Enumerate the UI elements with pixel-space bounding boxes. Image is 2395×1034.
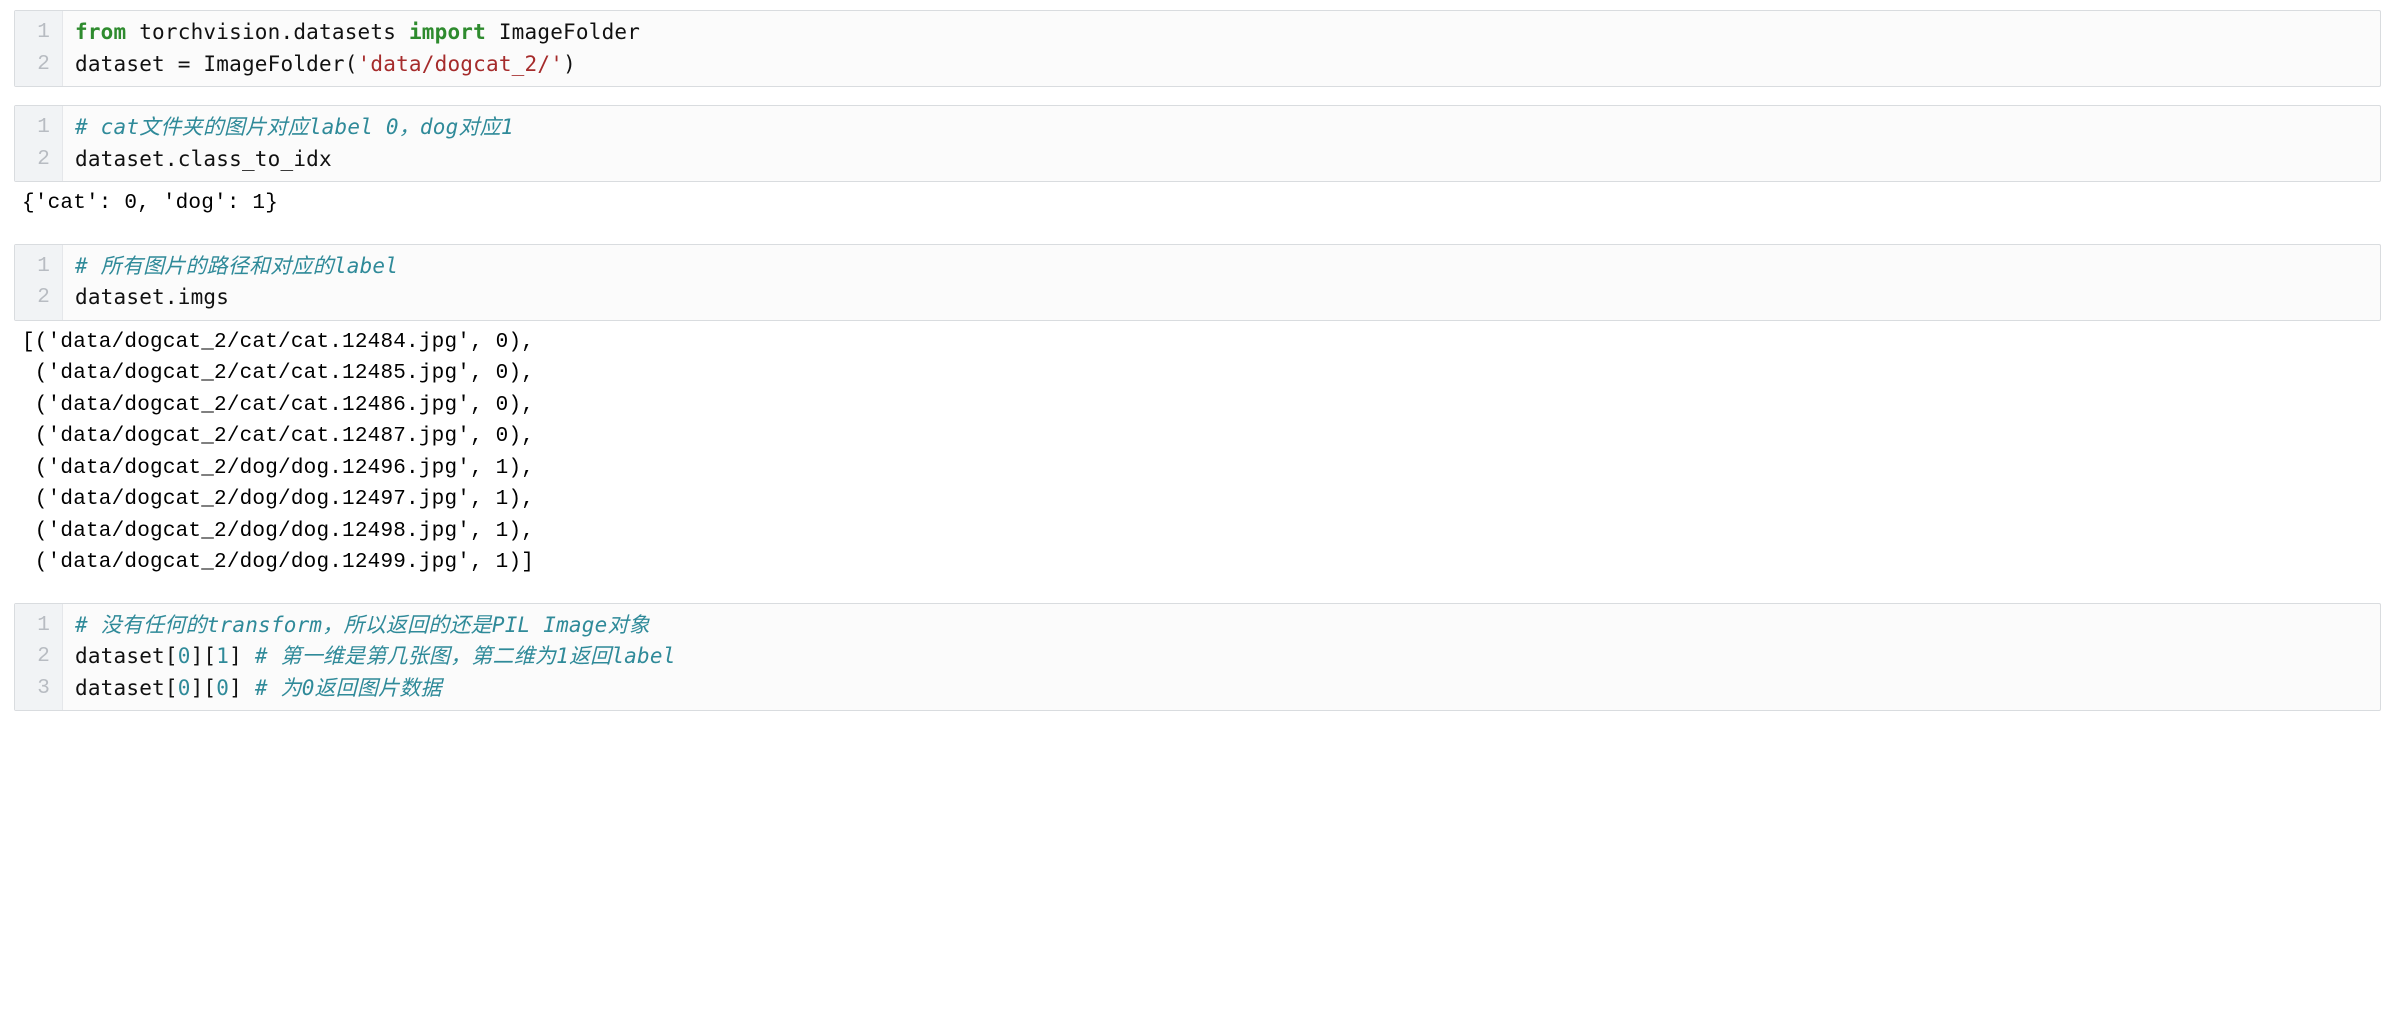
- code-content[interactable]: # 没有任何的transform，所以返回的还是PIL Image对象 data…: [63, 604, 2380, 711]
- line-number: 1: [31, 112, 50, 144]
- token: ]: [229, 644, 255, 668]
- token: dataset[: [75, 676, 178, 700]
- code-lines: # cat文件夹的图片对应label 0，dog对应1 dataset.clas…: [75, 112, 2368, 175]
- line-number: 1: [31, 610, 50, 642]
- token: # 所有图片的路径和对应的label: [75, 254, 398, 278]
- code-line: dataset.class_to_idx: [75, 147, 332, 171]
- code-block: 12 from torchvision.datasets import Image…: [14, 10, 2381, 87]
- token: ][: [191, 644, 217, 668]
- code-line: # 所有图片的路径和对应的label: [75, 254, 398, 278]
- code-line: # cat文件夹的图片对应label 0，dog对应1: [75, 115, 514, 139]
- token: dataset[: [75, 644, 178, 668]
- token: 0: [178, 644, 191, 668]
- token: ][: [191, 676, 217, 700]
- code-cell: 12# cat文件夹的图片对应label 0，dog对应1 dataset.cl…: [14, 105, 2381, 226]
- token: dataset.class_to_idx: [75, 147, 332, 171]
- line-number: 1: [31, 251, 50, 283]
- token: 'data/dogcat_2/': [358, 52, 564, 76]
- token: ): [563, 52, 576, 76]
- token: dataset = ImageFolder(: [75, 52, 358, 76]
- line-number-gutter: 12: [15, 106, 63, 181]
- code-block: 123# 没有任何的transform，所以返回的还是PIL Image对象 d…: [14, 603, 2381, 712]
- code-block: 12# 所有图片的路径和对应的label dataset.imgs: [14, 244, 2381, 321]
- code-content[interactable]: from torchvision.datasets import ImageFo…: [63, 11, 2380, 86]
- code-lines: # 所有图片的路径和对应的label dataset.imgs: [75, 251, 2368, 314]
- line-number: 2: [31, 49, 50, 81]
- code-line: dataset.imgs: [75, 285, 229, 309]
- code-cell: 12# 所有图片的路径和对应的label dataset.imgs[('data…: [14, 244, 2381, 585]
- line-number-gutter: 123: [15, 604, 63, 711]
- code-line: from torchvision.datasets import ImageFo…: [75, 20, 640, 44]
- code-line: # 没有任何的transform，所以返回的还是PIL Image对象: [75, 613, 650, 637]
- code-content[interactable]: # cat文件夹的图片对应label 0，dog对应1 dataset.clas…: [63, 106, 2380, 181]
- token: # cat文件夹的图片对应label 0，dog对应1: [75, 115, 514, 139]
- token: import: [409, 20, 486, 44]
- line-number: 3: [31, 673, 50, 705]
- cell-output: {'cat': 0, 'dog': 1}: [14, 182, 2381, 226]
- token: ImageFolder: [486, 20, 640, 44]
- token: torchvision.datasets: [126, 20, 409, 44]
- code-block: 12# cat文件夹的图片对应label 0，dog对应1 dataset.cl…: [14, 105, 2381, 182]
- code-lines: # 没有任何的transform，所以返回的还是PIL Image对象 data…: [75, 610, 2368, 705]
- code-line: dataset[0][0] # 为0返回图片数据: [75, 676, 442, 700]
- line-number: 2: [31, 641, 50, 673]
- token: # 没有任何的transform，所以返回的还是PIL Image对象: [75, 613, 650, 637]
- token: from: [75, 20, 126, 44]
- code-line: dataset = ImageFolder('data/dogcat_2/'): [75, 52, 576, 76]
- line-number: 2: [31, 144, 50, 176]
- token: 0: [178, 676, 191, 700]
- line-number: 1: [31, 17, 50, 49]
- token: ]: [229, 676, 255, 700]
- code-cell: 12 from torchvision.datasets import Image…: [14, 10, 2381, 87]
- line-number: 2: [31, 282, 50, 314]
- line-number-gutter: 12: [15, 11, 63, 86]
- code-content[interactable]: # 所有图片的路径和对应的label dataset.imgs: [63, 245, 2380, 320]
- token: 1: [216, 644, 229, 668]
- line-number-gutter: 12: [15, 245, 63, 320]
- code-cell: 123# 没有任何的transform，所以返回的还是PIL Image对象 d…: [14, 603, 2381, 712]
- code-lines: from torchvision.datasets import ImageFo…: [75, 17, 2368, 80]
- code-line: dataset[0][1] # 第一维是第几张图，第二维为1返回label: [75, 644, 676, 668]
- token: 0: [216, 676, 229, 700]
- token: dataset.imgs: [75, 285, 229, 309]
- cell-output: [('data/dogcat_2/cat/cat.12484.jpg', 0),…: [14, 321, 2381, 585]
- token: # 第一维是第几张图，第二维为1返回label: [255, 644, 676, 668]
- token: # 为0返回图片数据: [255, 676, 442, 700]
